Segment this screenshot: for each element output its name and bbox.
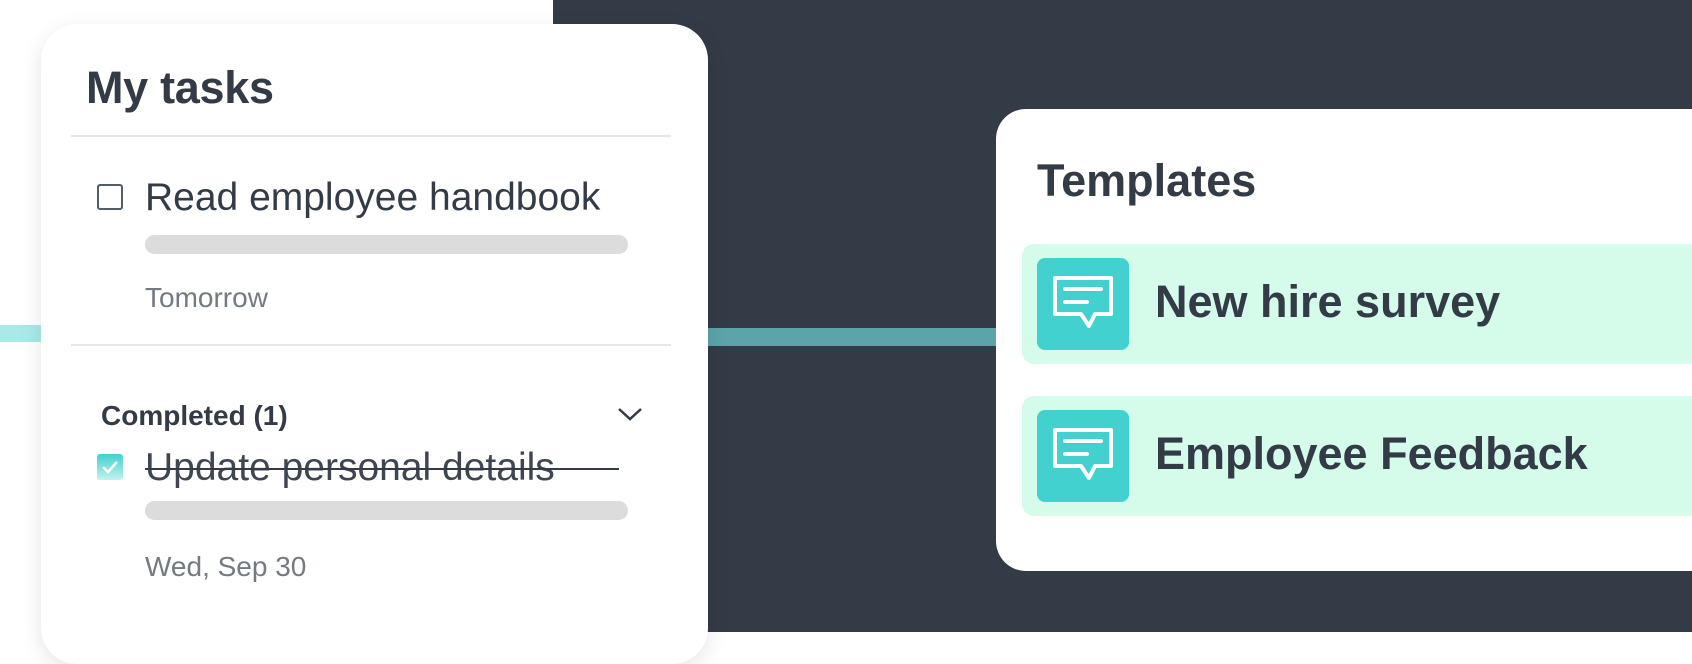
task-progress-bar [145, 235, 628, 254]
task-label[interactable]: Read employee handbook [145, 176, 600, 220]
templates-title: Templates [1037, 155, 1257, 206]
tasks-title: My tasks [86, 62, 274, 113]
chevron-down-icon[interactable] [617, 406, 643, 422]
checkmark-icon [102, 461, 118, 474]
task-checkbox[interactable] [97, 184, 123, 210]
completed-section-toggle[interactable]: Completed (1) [101, 400, 288, 432]
task-checkbox-checked[interactable] [97, 454, 123, 480]
template-item-new-hire-survey[interactable]: New hire survey [1022, 244, 1692, 364]
templates-card: Templates New hire survey Employee Feedb… [996, 109, 1692, 571]
my-tasks-card: My tasks Read employee handbook Tomorrow… [41, 24, 708, 664]
chat-bubble-icon [1037, 410, 1129, 502]
template-label: New hire survey [1155, 276, 1501, 327]
divider [71, 135, 671, 137]
connector-line-left [0, 325, 44, 342]
task-progress-bar [145, 501, 628, 520]
connector-line [705, 328, 999, 346]
task-due-date: Tomorrow [145, 282, 268, 313]
strikethrough-line [145, 468, 619, 470]
completed-task-due-date: Wed, Sep 30 [145, 551, 307, 582]
template-label: Employee Feedback [1155, 428, 1588, 479]
divider [71, 344, 671, 346]
template-item-employee-feedback[interactable]: Employee Feedback [1022, 396, 1692, 516]
chat-bubble-icon [1037, 258, 1129, 350]
